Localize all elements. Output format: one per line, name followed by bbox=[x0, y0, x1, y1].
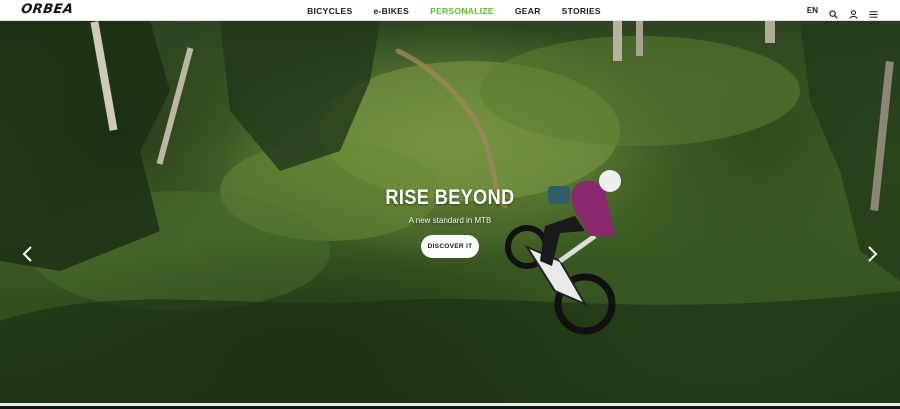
nav-item-gear[interactable]: GEAR bbox=[515, 6, 541, 16]
site-header: ORBEA BICYCLES e-BIKES PERSONALIZE GEAR … bbox=[0, 0, 900, 21]
nav-item-stories[interactable]: STORIES bbox=[562, 6, 601, 16]
hero-bottom-divider bbox=[0, 403, 900, 406]
nav-item-personalize[interactable]: PERSONALIZE bbox=[430, 6, 494, 16]
hero-subtitle: A new standard in MTB bbox=[408, 216, 492, 225]
main-nav: BICYCLES e-BIKES PERSONALIZE GEAR STORIE… bbox=[0, 0, 900, 21]
search-icon[interactable] bbox=[829, 6, 838, 19]
language-selector[interactable]: EN bbox=[807, 6, 818, 15]
hero-caption: RISE BEYOND A new standard in MTB DISCOV… bbox=[0, 186, 900, 258]
nav-item-bicycles[interactable]: BICYCLES bbox=[307, 6, 352, 16]
user-icon[interactable] bbox=[849, 6, 858, 19]
menu-icon[interactable] bbox=[869, 6, 878, 18]
nav-item-e-bikes[interactable]: e-BIKES bbox=[373, 6, 409, 16]
hero-banner: RISE BEYOND A new standard in MTB DISCOV… bbox=[0, 21, 900, 406]
hero-title: RISE BEYOND bbox=[385, 186, 515, 209]
discover-button[interactable]: DISCOVER IT bbox=[421, 235, 479, 258]
header-tools: EN bbox=[807, 0, 878, 21]
